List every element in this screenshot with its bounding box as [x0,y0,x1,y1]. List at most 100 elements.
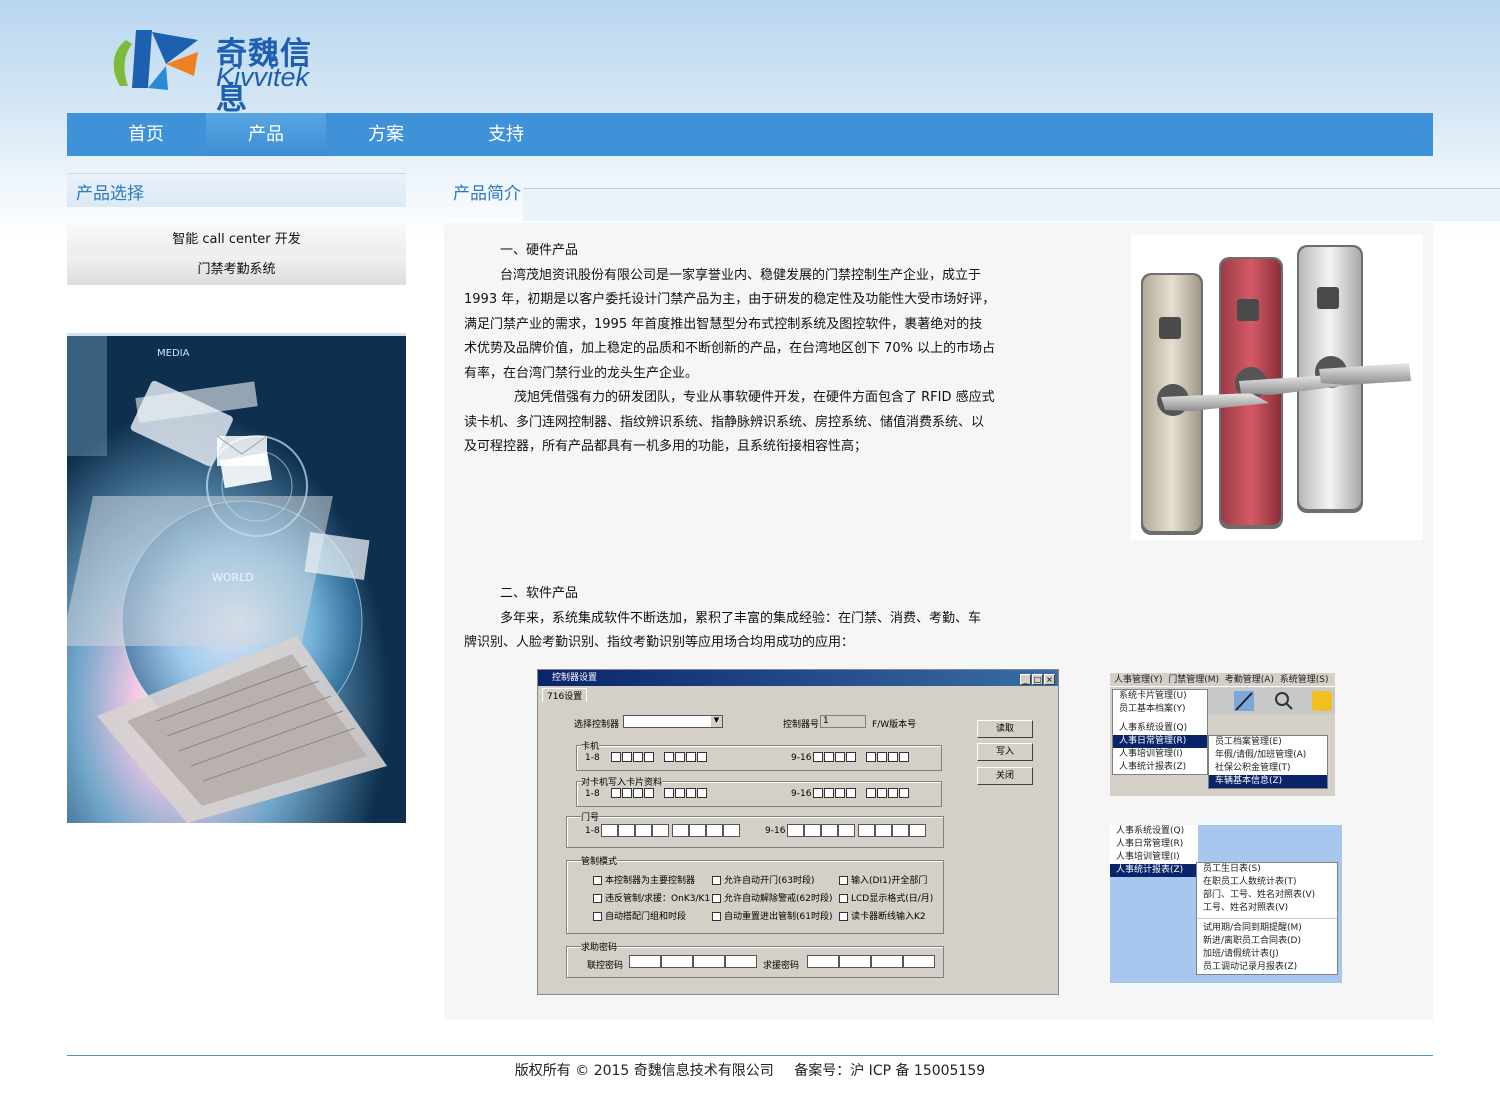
submenu-item: 部门、工号、姓名对照表(V) [1203,890,1316,900]
read-button: 读取 [977,720,1033,738]
submenu: 员工生日表(S) 在职员工人数统计表(T) 部门、工号、姓名对照表(V) 工号、… [1196,862,1338,975]
control-mode-label: 管制模式 [581,854,618,867]
door-cells [601,824,740,837]
window-titlebar: 控制器设置 _ □ × [538,670,1058,686]
menu-screenshot-hr-reports: 人事系统设置(Q) 人事日常管理(R) 人事培训管理(I) 人事统计报表(Z) … [1110,825,1342,983]
footer-copyright: 版权所有 © 2015 奇魏信息技术有限公司 [514,1063,774,1079]
controller-select: ▼ [623,715,723,728]
tab-716: 716设置 [542,688,588,702]
card-reader-group: 卡机 1-8 9-16 [576,739,942,771]
mode-option: 输入(DI1)开全部门 [839,873,927,886]
mode-option: 自动重置进出管制(61时段) [712,909,832,922]
hardware-line-5: 有率，在台湾门禁行业的龙头生产企业。 [464,366,699,381]
mode-option: 本控制器为主要控制器 [593,873,695,886]
hardware-line-8: 及可程控器，所有产品都具有一机多用的功能，且系统衔接相容性高； [464,439,868,454]
firmware-label: F/W版本号 [872,720,917,730]
sidebar-item-call-center[interactable]: 智能 call center 开发 [67,224,406,255]
submenu-item: 工号、姓名对照表(V) [1203,903,1289,913]
site-logo[interactable]: 奇魏信息 Kivvitek [108,26,338,117]
nav-products[interactable]: 产品 [206,113,326,156]
controller-no-label: 控制器号 [783,720,820,730]
mode-option: 违反管制/求援：OnK3/K1 [593,891,710,904]
menu-item: 人事培训管理(I) [1116,852,1180,862]
footer-divider [67,1055,1433,1056]
controller-no-field: 1 [820,715,866,728]
range-2-label: 9-16 [791,753,812,763]
hardware-line-2: 1993 年，初期是以客户委托设计门禁产品为主，由于研发的稳定性及功能性大受市场… [464,292,996,307]
linked-password-label: 联控密码 [587,961,624,971]
software-line-2: 牌识别、人脸考勤识别、指纹考勤识别等应用场合均用成功的应用： [464,635,855,650]
menu-item: 人事培训管理(I) [1119,749,1183,759]
window-title: 控制器设置 [552,673,598,683]
menu-screenshot-hr-daily: 人事管理(Y) 门禁管理(M) 考勤管理(A) 系统管理(S) 系统卡片管理(U… [1110,673,1335,796]
software-heading: 二、软件产品 [500,586,579,601]
sidebar-list: 智能 call center 开发 门禁考勤系统 [67,224,406,285]
sidebar-item-access-attendance[interactable]: 门禁考勤系统 [67,255,406,285]
dropdown-menu: 系统卡片管理(U) 员工基本档案(Y) 人事系统设置(Q) 人事日常管理(R) … [1112,689,1208,775]
door-no-group-label: 门号 [581,810,600,823]
checkbox-row [813,752,910,763]
content-header-bar [523,188,1500,221]
write-card-group: 对卡机写入卡片资料 1-8 9-16 [576,775,942,807]
close-icon: × [1044,674,1055,685]
minimize-icon: _ [1020,674,1031,685]
menu-bar: 人事管理(Y) 门禁管理(M) 考勤管理(A) 系统管理(S) [1110,673,1335,687]
sidebar-header: 产品选择 [67,173,406,207]
maximize-icon: □ [1032,674,1043,685]
sidebar-banner-image: MEDIA WORLD [67,336,406,823]
range-1-label: 1-8 [585,789,600,799]
submenu-item: 员工档案管理(E) [1215,737,1282,747]
mode-option: 允许自动开门(63时段) [712,873,814,886]
main-nav: 首页 产品 方案 支持 [67,113,1433,156]
window-controls: _ □ × [1019,672,1055,688]
submenu-item: 在职员工人数统计表(T) [1203,877,1297,887]
footer: 版权所有 © 2015 奇魏信息技术有限公司 备案号：沪 ICP 备 15005… [0,1060,1500,1080]
submenu-item: 员工调动记录月报表(Z) [1203,962,1298,972]
checkbox-row [611,752,708,763]
content-title: 产品简介 [453,184,521,204]
nav-support[interactable]: 支持 [446,113,566,156]
menu-item-highlighted: 人事统计报表(Z) [1110,864,1198,877]
brand-name-en: Kivvitek [216,62,310,92]
checkbox-row [813,788,910,799]
help-password-label: 求助密码 [581,940,618,953]
hardware-line-1: 台湾茂旭资讯股份有限公司是一家享誉业内、稳健发展的门禁控制生产企业，成立于 [500,268,982,283]
submenu-item: 员工生日表(S) [1203,864,1261,874]
door-lock-product-image [1131,235,1423,540]
close-button: 关闭 [977,767,1033,785]
menu-item: 人事系统设置(Q) [1119,723,1188,733]
submenu-item: 新进/离职员工合同表(D) [1203,936,1301,946]
submenu-item-highlighted: 车辆基本信息(Z) [1209,775,1327,788]
content-header: 产品简介 [444,172,1500,221]
door-no-group: 门号 1-8 9-16 [566,810,944,848]
hardware-line-4: 术优势及品牌价值，加上稳定的品质和不断创新的产品，在台湾地区创下 70% 以上的… [464,341,996,356]
range-1-label: 1-8 [585,826,600,836]
control-mode-group: 管制模式 本控制器为主要控制器 允许自动开门(63时段) 输入(DI1)开全部门… [566,854,944,934]
range-2-label: 9-16 [765,826,786,836]
menu-item: 人事统计报表(Z) [1119,762,1187,772]
software-line-1: 多年来，系统集成软件不断迭加，累积了丰富的集成经验：在门禁、消费、考勤、车 [500,611,982,626]
toolbar-icons [1208,688,1335,714]
door-cells [787,824,926,837]
footer-icp[interactable]: 备案号：沪 ICP 备 15005159 [794,1063,985,1079]
rescue-password-cells [807,955,935,968]
card-reader-group-label: 卡机 [581,739,600,752]
hardware-line-7: 读卡机、多门连网控制器、指纹辨识系统、指静脉辨识系统、房控系统、储值消费系统、以 [464,415,985,430]
hardware-line-6: 茂旭凭借强有力的研发团队，专业从事软硬件开发，在硬件方面包含了 RFID 感应式 [514,390,995,405]
checkbox-row [611,788,708,799]
select-controller-label: 选择控制器 [574,720,620,730]
nav-home[interactable]: 首页 [86,113,206,156]
range-1-label: 1-8 [585,753,600,763]
linked-password-cells [629,955,757,968]
menu-item: 人事系统设置(Q) [1116,826,1185,836]
menu-item-highlighted: 人事日常管理(R) [1113,735,1207,748]
menu-item: 人事日常管理(R) [1116,839,1184,849]
write-button: 写入 [977,743,1033,761]
nav-solutions[interactable]: 方案 [326,113,446,156]
svg-text:MEDIA: MEDIA [157,348,190,359]
dropdown-menu: 人事系统设置(Q) 人事日常管理(R) 人事培训管理(I) 人事统计报表(Z) [1110,825,1198,877]
submenu-item: 年假/请假/加班管理(A) [1215,750,1307,760]
hardware-line-3: 满足门禁产业的需求，1995 年首度推出智慧型分布式控制系统及图控软件，裹著绝对… [464,317,983,332]
submenu-item: 加班/请假统计表(J) [1203,949,1279,959]
mode-option: LCD显示格式(日/月) [839,891,933,904]
